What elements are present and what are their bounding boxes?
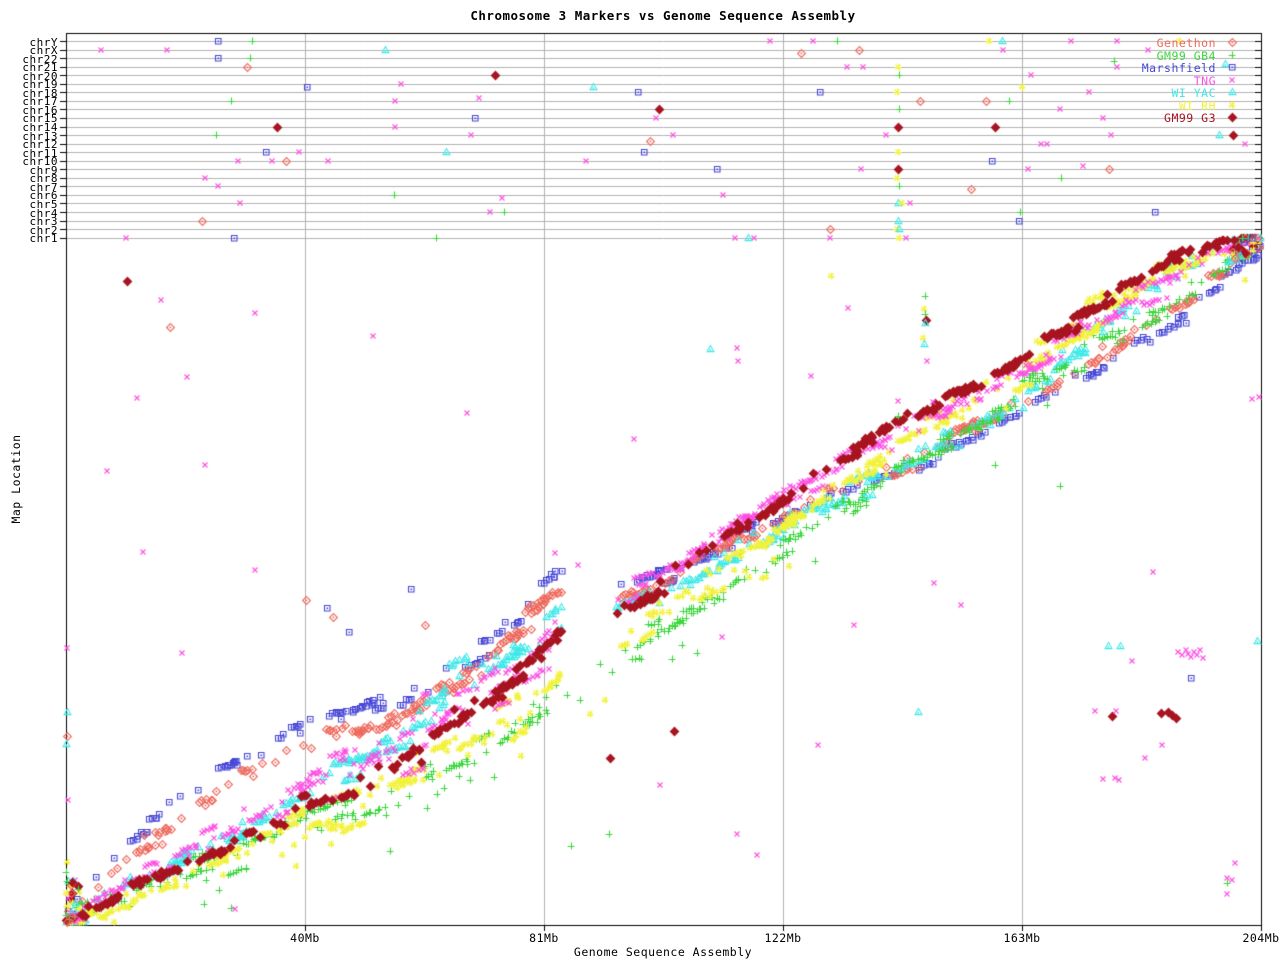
plot-canvas: [0, 0, 1280, 960]
chr-tick-label-chrY: chrY: [8, 36, 58, 49]
y-axis-label: Map Location: [9, 424, 23, 534]
x-axis-label: Genome Sequence Assembly: [463, 945, 863, 959]
x-tick-label-122: 122Mb: [753, 931, 813, 945]
x-tick-label-40: 40Mb: [275, 931, 335, 945]
x-tick-label-163: 163Mb: [992, 931, 1052, 945]
chart-title: Chromosome 3 Markers vs Genome Sequence …: [340, 8, 986, 23]
chart-page: Chromosome 3 Markers vs Genome Sequence …: [0, 0, 1280, 960]
legend-label-gm99g3: GM99 G3: [1056, 111, 1216, 125]
x-tick-label-204: 204Mb: [1231, 931, 1280, 945]
x-tick-label-81: 81Mb: [514, 931, 574, 945]
